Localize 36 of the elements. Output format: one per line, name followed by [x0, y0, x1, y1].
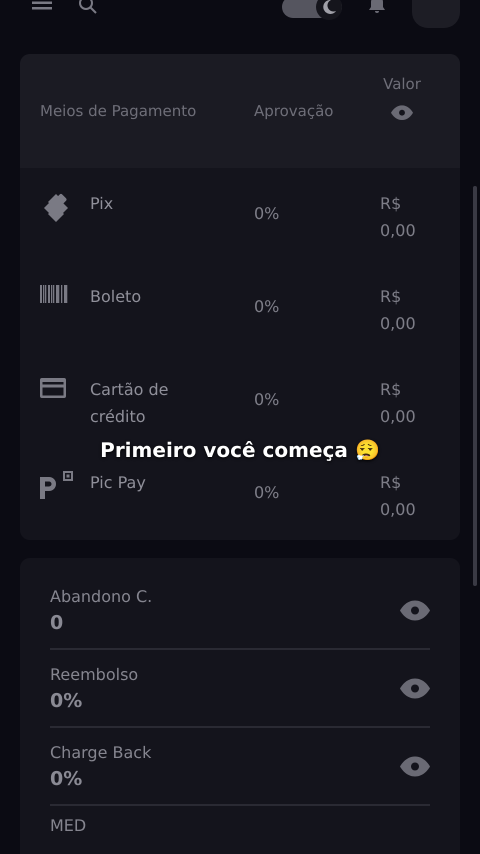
barcode-icon [40, 285, 68, 303]
method-name: Pic Pay [90, 472, 147, 494]
metric-label: MED [50, 816, 86, 835]
column-header: Valor [383, 75, 421, 94]
metric-label: Reembolso [50, 664, 138, 684]
metric-label: Charge Back [50, 742, 152, 762]
approval-rate: 0% [254, 204, 280, 223]
metric-value: 0 [50, 612, 64, 634]
eye-icon[interactable] [400, 600, 430, 620]
metric-value: 0% [50, 768, 84, 790]
method-name: Boleto [90, 286, 142, 308]
theme-toggle[interactable] [282, 0, 342, 18]
method-name: Pix [90, 193, 114, 215]
search-icon[interactable] [78, 0, 98, 14]
amount: R$ 0,00 [380, 286, 417, 335]
approval-rate: 0% [254, 483, 280, 502]
credit-card-icon [40, 378, 66, 398]
moon-icon [321, 0, 337, 15]
eye-icon[interactable] [400, 756, 430, 776]
metric-label: Abandono C. [50, 586, 152, 606]
amount: R$ 0,00 [380, 472, 417, 521]
eye-icon[interactable] [391, 105, 413, 121]
amount: R$ 0,00 [380, 379, 417, 428]
scrollbar[interactable] [473, 186, 477, 586]
p-logo-icon [40, 471, 73, 499]
eye-icon[interactable] [400, 678, 430, 698]
approval-rate: 0% [254, 390, 280, 409]
column-header: Aprovação [254, 102, 334, 120]
bell-icon[interactable] [368, 0, 386, 14]
metric-value: 0% [50, 690, 84, 712]
method-name: Cartão de crédito [90, 379, 170, 428]
caption: Primeiro você começa 😮‍💨 [100, 438, 380, 462]
menu-icon[interactable] [32, 0, 52, 10]
approval-rate: 0% [254, 297, 280, 316]
column-header: Meios de Pagamento [40, 102, 198, 120]
amount: R$ 0,00 [380, 193, 417, 242]
